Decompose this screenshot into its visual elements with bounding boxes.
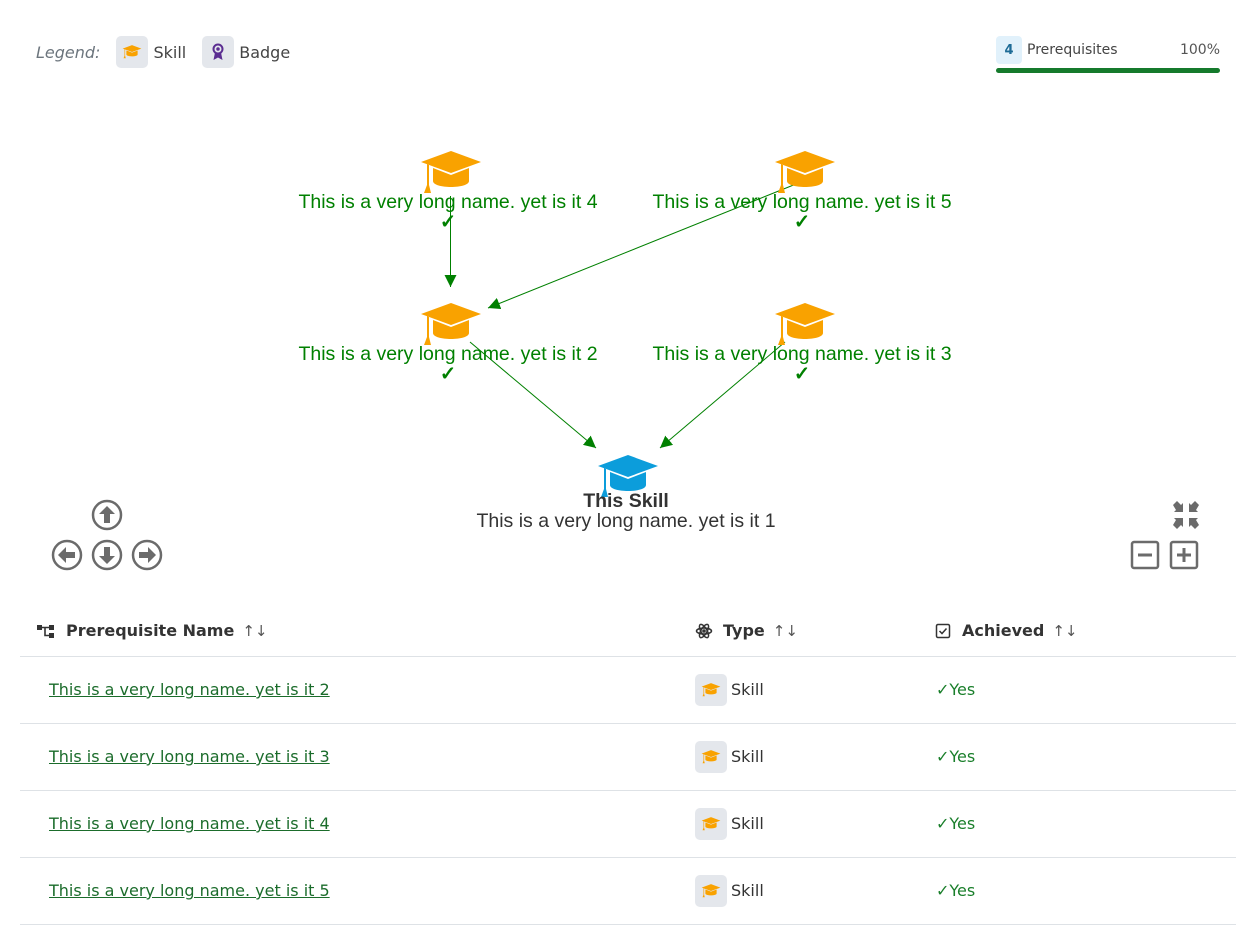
table-row: This is a very long name. yet is it 4 Sk… xyxy=(20,790,1236,858)
achieved-status: ✓Yes xyxy=(936,881,976,900)
legend-skill-label: Skill xyxy=(153,42,187,62)
sort-icon[interactable]: ↑↓ xyxy=(242,622,267,640)
compress-icon xyxy=(1173,501,1199,529)
progress-bar-fill xyxy=(996,68,1220,73)
fit-to-screen-button[interactable] xyxy=(1170,499,1202,531)
achieved-status: ✓Yes xyxy=(936,680,976,699)
legend-item-skill: Skill xyxy=(116,36,186,68)
arrow-down-circle-icon xyxy=(91,539,123,571)
sort-icon[interactable]: ↑↓ xyxy=(773,622,798,640)
column-header-type-label: Type xyxy=(723,621,765,641)
column-header-name-label: Prerequisite Name xyxy=(66,621,235,641)
table-row: This is a very long name. yet is it 2 Sk… xyxy=(20,656,1236,724)
type-label: Skill xyxy=(731,814,764,833)
node-label-2: This is a very long name. yet is it 2 ✓ xyxy=(298,344,598,384)
pan-right-button[interactable] xyxy=(131,539,163,571)
node-5-check-icon: ✓ xyxy=(793,211,811,233)
node-label-5-text: This is a very long name. yet is it 5 xyxy=(652,191,952,213)
skill-node-4-icon[interactable] xyxy=(421,151,481,193)
type-label: Skill xyxy=(731,881,764,900)
this-skill-name: This is a very long name. yet is it 1 xyxy=(476,510,776,532)
legend-badge-label: Badge xyxy=(239,42,291,62)
network-icon xyxy=(37,624,54,638)
graduation-cap-icon xyxy=(116,36,149,68)
skill-node-3-icon[interactable] xyxy=(775,303,835,345)
checkbox-icon xyxy=(935,623,951,638)
arrow-right-circle-icon xyxy=(131,539,163,571)
award-icon xyxy=(202,36,235,68)
arrow-up-circle-icon xyxy=(91,499,123,531)
column-header-achieved[interactable]: Achieved ↑↓ xyxy=(920,606,1236,657)
prerequisite-link[interactable]: This is a very long name. yet is it 4 xyxy=(49,814,330,833)
plus-square-icon xyxy=(1169,540,1199,570)
this-skill-label: This Skill This is a very long name. yet… xyxy=(476,491,776,531)
table-row: This is a very long name. yet is it 3 Sk… xyxy=(20,723,1236,791)
type-label: Skill xyxy=(731,747,764,766)
column-header-type[interactable]: Type ↑↓ xyxy=(680,606,920,657)
graph-legend: Legend: Skill Badge xyxy=(36,36,306,68)
skill-node-5-icon[interactable] xyxy=(775,151,835,193)
type-label: Skill xyxy=(731,680,764,699)
this-skill-title: This Skill xyxy=(583,490,669,512)
progress-bar xyxy=(996,68,1220,73)
column-header-name[interactable]: Prerequisite Name ↑↓ xyxy=(20,606,680,657)
table-row: This is a very long name. yet is it 5 Sk… xyxy=(20,857,1236,925)
node-label-4-text: This is a very long name. yet is it 4 xyxy=(298,191,598,213)
legend-item-badge: Badge xyxy=(202,36,290,68)
pan-left-button[interactable] xyxy=(51,539,83,571)
zoom-out-button[interactable] xyxy=(1129,539,1161,571)
graduation-cap-icon xyxy=(695,874,727,907)
legend-label: Legend: xyxy=(36,42,101,62)
progress-percent: 100% xyxy=(1179,42,1220,58)
prerequisite-link[interactable]: This is a very long name. yet is it 2 xyxy=(49,680,330,699)
progress-label: Prerequisites xyxy=(1027,42,1118,58)
node-3-check-icon: ✓ xyxy=(793,363,811,385)
prerequisites-table: Prerequisite Name ↑↓ Type ↑↓ Achieved ↑↓… xyxy=(20,606,1236,925)
node-label-2-text: This is a very long name. yet is it 2 xyxy=(298,343,598,365)
node-label-4: This is a very long name. yet is it 4 ✓ xyxy=(298,192,598,232)
node-label-5: This is a very long name. yet is it 5 ✓ xyxy=(652,192,952,232)
arrow-left-circle-icon xyxy=(51,539,83,571)
prerequisite-count-badge: 4 xyxy=(996,36,1022,64)
prerequisite-graph[interactable]: This is a very long name. yet is it 4 ✓ … xyxy=(0,90,1256,571)
pan-up-button[interactable] xyxy=(91,499,123,531)
achieved-status: ✓Yes xyxy=(936,814,976,833)
node-label-3-text: This is a very long name. yet is it 3 xyxy=(652,343,952,365)
table-header-row: Prerequisite Name ↑↓ Type ↑↓ Achieved ↑↓ xyxy=(20,606,1236,657)
minus-square-icon xyxy=(1130,540,1160,570)
node-4-check-icon: ✓ xyxy=(439,211,457,233)
prerequisite-link[interactable]: This is a very long name. yet is it 3 xyxy=(49,747,330,766)
zoom-in-button[interactable] xyxy=(1168,539,1200,571)
graduation-cap-icon xyxy=(695,807,727,840)
column-header-achieved-label: Achieved xyxy=(962,621,1045,641)
prerequisite-link[interactable]: This is a very long name. yet is it 5 xyxy=(49,881,330,900)
graduation-cap-icon xyxy=(695,740,727,773)
node-2-check-icon: ✓ xyxy=(439,363,457,385)
graduation-cap-icon xyxy=(695,673,727,706)
pan-down-button[interactable] xyxy=(91,539,123,571)
prerequisites-progress: 4 Prerequisites 100% xyxy=(996,36,1220,73)
node-label-3: This is a very long name. yet is it 3 ✓ xyxy=(652,344,952,384)
sort-icon[interactable]: ↑↓ xyxy=(1052,622,1077,640)
atom-icon xyxy=(695,623,713,639)
achieved-status: ✓Yes xyxy=(936,747,976,766)
skill-node-2-icon[interactable] xyxy=(421,303,481,345)
